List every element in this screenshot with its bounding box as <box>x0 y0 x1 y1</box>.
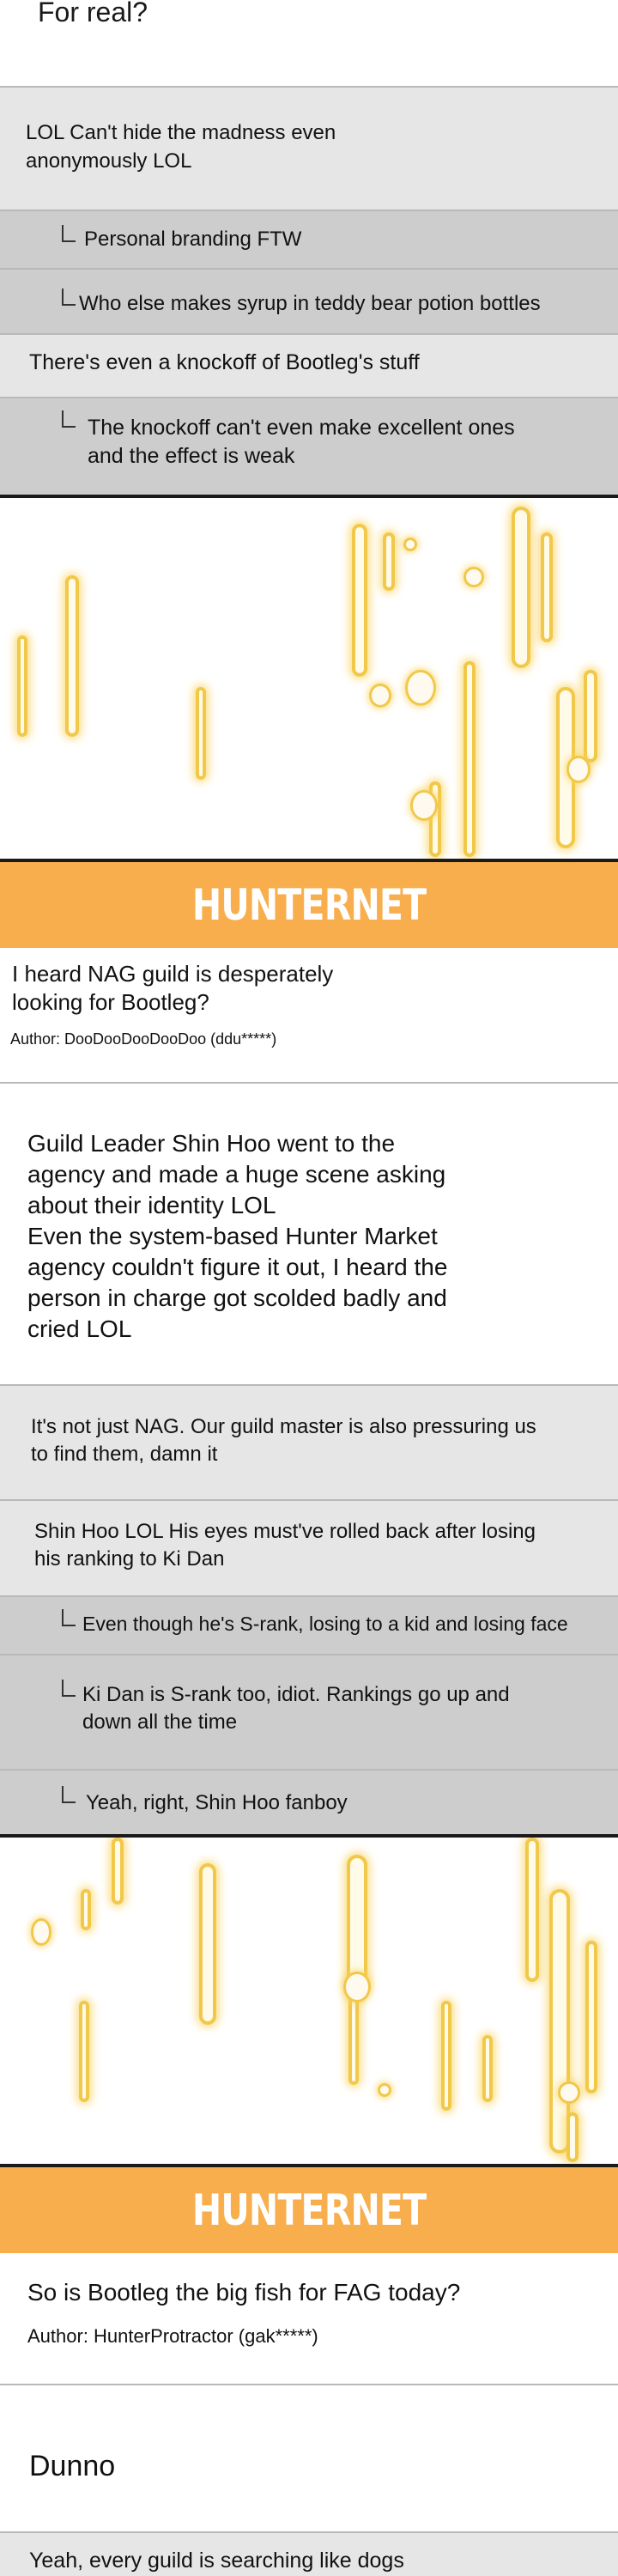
comment-text: Shin Hoo LOL His eyes must've rolled bac… <box>34 1520 536 1571</box>
hunternet-banner: HUNTERNET <box>0 2167 618 2253</box>
post-title: So is Bootleg the big fish for FAG today… <box>27 2279 461 2306</box>
hunternet-banner: HUNTERNET <box>0 862 618 948</box>
reply-arrow-icon <box>62 1609 76 1626</box>
reply-text: Personal branding FTW <box>84 228 302 251</box>
reply-text: Ki Dan is S-rank too, idiot. Rankings go… <box>82 1683 510 1734</box>
banner-logo-text: HUNTERNET <box>191 880 427 930</box>
reply-arrow-icon <box>62 1680 76 1697</box>
post-body: Guild Leader Shin Hoo went to the agency… <box>27 1130 448 1342</box>
banner-logo-text: HUNTERNET <box>191 2185 427 2235</box>
comment-text: It's not just NAG. Our guild master is a… <box>31 1415 536 1466</box>
reply-text: Who else makes syrup in teddy bear potio… <box>79 292 541 315</box>
reply-text: Yeah, right, Shin Hoo fanboy <box>86 1791 348 1814</box>
comment-text: There's even a knockoff of Bootleg's stu… <box>29 350 420 374</box>
sparkle-panel <box>0 1838 618 2164</box>
divider <box>0 2384 618 2385</box>
post-title: I heard NAG guild is desperately looking… <box>12 961 334 1015</box>
post-author: Author: HunterProtractor (gak*****) <box>27 2325 318 2347</box>
sparkle-panel <box>0 498 618 859</box>
top-title: For real? <box>38 0 148 27</box>
comment-text: LOL Can't hide the madness even anonymou… <box>26 121 336 173</box>
reply-text: Even though he's S-rank, losing to a kid… <box>82 1613 568 1635</box>
post-body: Dunno <box>29 2450 116 2482</box>
reply-text: The knockoff can't even make excellent o… <box>88 416 515 468</box>
post-author: Author: DooDooDooDooDoo (ddu*****) <box>10 1030 277 1048</box>
reply-arrow-icon <box>62 289 76 306</box>
reply-arrow-icon <box>62 410 76 428</box>
reply-arrow-icon <box>62 1786 76 1803</box>
comment-text: Yeah, every guild is searching like dogs <box>29 2549 404 2573</box>
reply-arrow-icon <box>62 225 76 242</box>
divider <box>0 1082 618 1084</box>
